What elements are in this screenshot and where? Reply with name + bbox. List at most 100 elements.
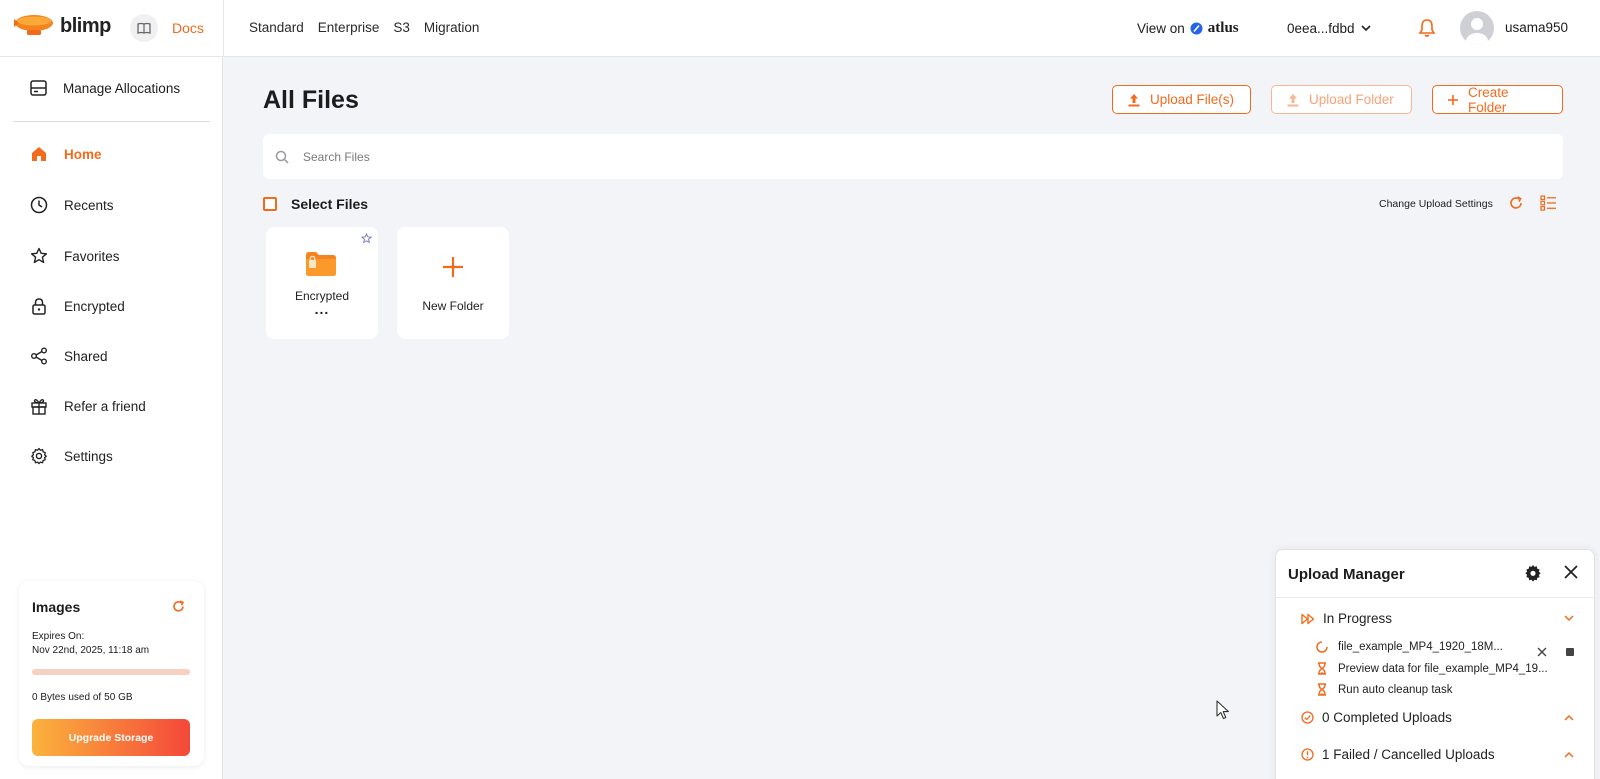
storage-progress-bar xyxy=(32,669,190,675)
select-files-toggle[interactable]: Select Files xyxy=(263,196,368,212)
hourglass-icon xyxy=(1316,662,1328,675)
upload-item-preview: Preview data for file_example_MP4_19... xyxy=(1316,662,1548,675)
sidebar-item-refer[interactable]: Refer a friend xyxy=(30,397,146,415)
atlus-label: atlus xyxy=(1207,20,1239,36)
gear-icon[interactable] xyxy=(1524,564,1542,582)
plus-icon xyxy=(1447,94,1459,106)
top-bar: blimp Docs Standard Enterprise S3 Migrat… xyxy=(0,0,1600,57)
sidebar-item-home[interactable]: Home xyxy=(30,145,102,163)
upload-files-button[interactable]: Upload File(s) xyxy=(1112,85,1251,114)
cancel-upload-icon[interactable] xyxy=(1536,646,1548,658)
in-progress-section-toggle[interactable]: In Progress xyxy=(1301,611,1392,626)
gift-icon xyxy=(30,397,48,415)
manage-allocations-button[interactable]: Manage Allocations xyxy=(30,80,180,96)
upload-item-text: Preview data for file_example_MP4_19... xyxy=(1338,662,1548,675)
star-icon[interactable] xyxy=(361,233,372,244)
sidebar-item-label: Refer a friend xyxy=(64,398,146,414)
search-icon xyxy=(275,150,289,164)
close-icon[interactable] xyxy=(1563,564,1579,580)
search-input[interactable] xyxy=(303,149,1303,164)
failed-section-toggle[interactable]: 1 Failed / Cancelled Uploads xyxy=(1301,747,1495,762)
storage-used: 0 Bytes xyxy=(32,692,66,703)
select-all-checkbox[interactable] xyxy=(263,197,277,211)
chevron-down-icon[interactable] xyxy=(1564,615,1574,622)
upload-files-label: Upload File(s) xyxy=(1150,92,1235,107)
upload-item-file: file_example_MP4_1920_18M... xyxy=(1316,641,1503,653)
nav-migration[interactable]: Migration xyxy=(424,20,480,35)
docs-link[interactable]: Docs xyxy=(172,20,204,36)
upload-manager-header: Upload Manager xyxy=(1276,550,1594,598)
nav-enterprise[interactable]: Enterprise xyxy=(318,20,380,35)
refresh-icon[interactable] xyxy=(1509,196,1523,210)
view-on-atlus-link[interactable]: View on atlus xyxy=(1137,20,1239,37)
wallet-dropdown[interactable]: 0eea...fdbd xyxy=(1287,21,1371,36)
list-view-icon[interactable] xyxy=(1540,195,1557,211)
avatar[interactable] xyxy=(1460,11,1494,45)
upload-icon xyxy=(1286,93,1300,107)
docs-book-button[interactable] xyxy=(130,14,158,42)
spinner-icon xyxy=(1316,641,1328,653)
chevron-up-icon[interactable] xyxy=(1564,714,1574,721)
in-progress-label: In Progress xyxy=(1323,611,1393,626)
sidebar-divider xyxy=(13,121,210,122)
sidebar-item-encrypted[interactable]: Encrypted xyxy=(30,297,125,315)
storage-used-of-label: used of xyxy=(68,692,102,703)
more-options-icon[interactable]: ... xyxy=(266,302,378,316)
nav-s3[interactable]: S3 xyxy=(393,20,410,35)
alert-circle-icon xyxy=(1301,748,1314,761)
sidebar-item-label: Home xyxy=(64,146,102,162)
home-icon xyxy=(30,145,48,163)
upload-manager-panel: Upload Manager In Progress file_example_… xyxy=(1275,549,1595,779)
sidebar-item-recents[interactable]: Recents xyxy=(30,196,114,214)
allocation-icon xyxy=(30,80,47,96)
chevron-up-icon[interactable] xyxy=(1564,751,1574,758)
new-folder-label: New Folder xyxy=(422,299,484,313)
notification-bell-icon[interactable] xyxy=(1418,18,1436,38)
sidebar-item-label: Shared xyxy=(64,348,108,364)
storage-usage: 0 Bytes used of 50 GB xyxy=(32,692,133,703)
upload-item-cleanup: Run auto cleanup task xyxy=(1316,683,1452,696)
folder-tile-encrypted[interactable]: Encrypted ... xyxy=(266,227,378,339)
nav-standard[interactable]: Standard xyxy=(249,20,304,35)
failed-label: 1 Failed / Cancelled Uploads xyxy=(1322,747,1495,762)
upload-manager-title: Upload Manager xyxy=(1288,566,1405,583)
create-folder-button[interactable]: Create Folder xyxy=(1432,84,1563,115)
sidebar-item-label: Favorites xyxy=(64,248,120,264)
brand-name: blimp xyxy=(60,14,111,37)
search-bar xyxy=(263,134,1563,179)
sidebar-item-shared[interactable]: Shared xyxy=(30,347,108,365)
gear-icon xyxy=(30,447,48,465)
completed-label: 0 Completed Uploads xyxy=(1322,710,1452,725)
top-divider xyxy=(223,0,224,57)
sidebar: Manage Allocations Home Recents Favorite… xyxy=(0,57,223,779)
upload-folder-button[interactable]: Upload Folder xyxy=(1271,85,1412,114)
upload-item-text: file_example_MP4_1920_18M... xyxy=(1338,641,1503,653)
sidebar-item-label: Settings xyxy=(64,448,113,464)
lock-icon xyxy=(30,297,48,315)
blimp-logo[interactable]: blimp xyxy=(12,13,111,39)
wallet-address: 0eea...fdbd xyxy=(1287,21,1355,36)
change-upload-settings-link[interactable]: Change Upload Settings xyxy=(1379,198,1493,210)
sidebar-item-favorites[interactable]: Favorites xyxy=(30,247,120,265)
blimp-icon xyxy=(12,13,56,39)
atlus-icon xyxy=(1190,22,1203,35)
sidebar-item-settings[interactable]: Settings xyxy=(30,447,113,465)
completed-section-toggle[interactable]: 0 Completed Uploads xyxy=(1301,710,1452,725)
book-icon xyxy=(137,22,151,34)
upload-item-text: Run auto cleanup task xyxy=(1338,683,1453,696)
new-folder-tile[interactable]: New Folder xyxy=(397,227,509,339)
encrypted-folder-icon xyxy=(304,249,338,279)
top-nav: Standard Enterprise S3 Migration xyxy=(249,20,479,35)
stop-upload-icon[interactable] xyxy=(1566,648,1574,656)
manage-allocations-label: Manage Allocations xyxy=(63,80,181,96)
upgrade-storage-button[interactable]: Upgrade Storage xyxy=(32,719,190,756)
refresh-icon[interactable] xyxy=(172,600,185,613)
view-on-label: View on xyxy=(1137,21,1185,36)
clock-icon xyxy=(30,196,48,214)
mouse-cursor-icon xyxy=(1216,700,1230,720)
create-folder-label: Create Folder xyxy=(1468,84,1509,115)
storage-title: Images xyxy=(32,599,81,615)
chevron-down-icon xyxy=(1360,25,1371,32)
username[interactable]: usama950 xyxy=(1505,20,1568,35)
storage-total: 50 GB xyxy=(104,692,133,703)
